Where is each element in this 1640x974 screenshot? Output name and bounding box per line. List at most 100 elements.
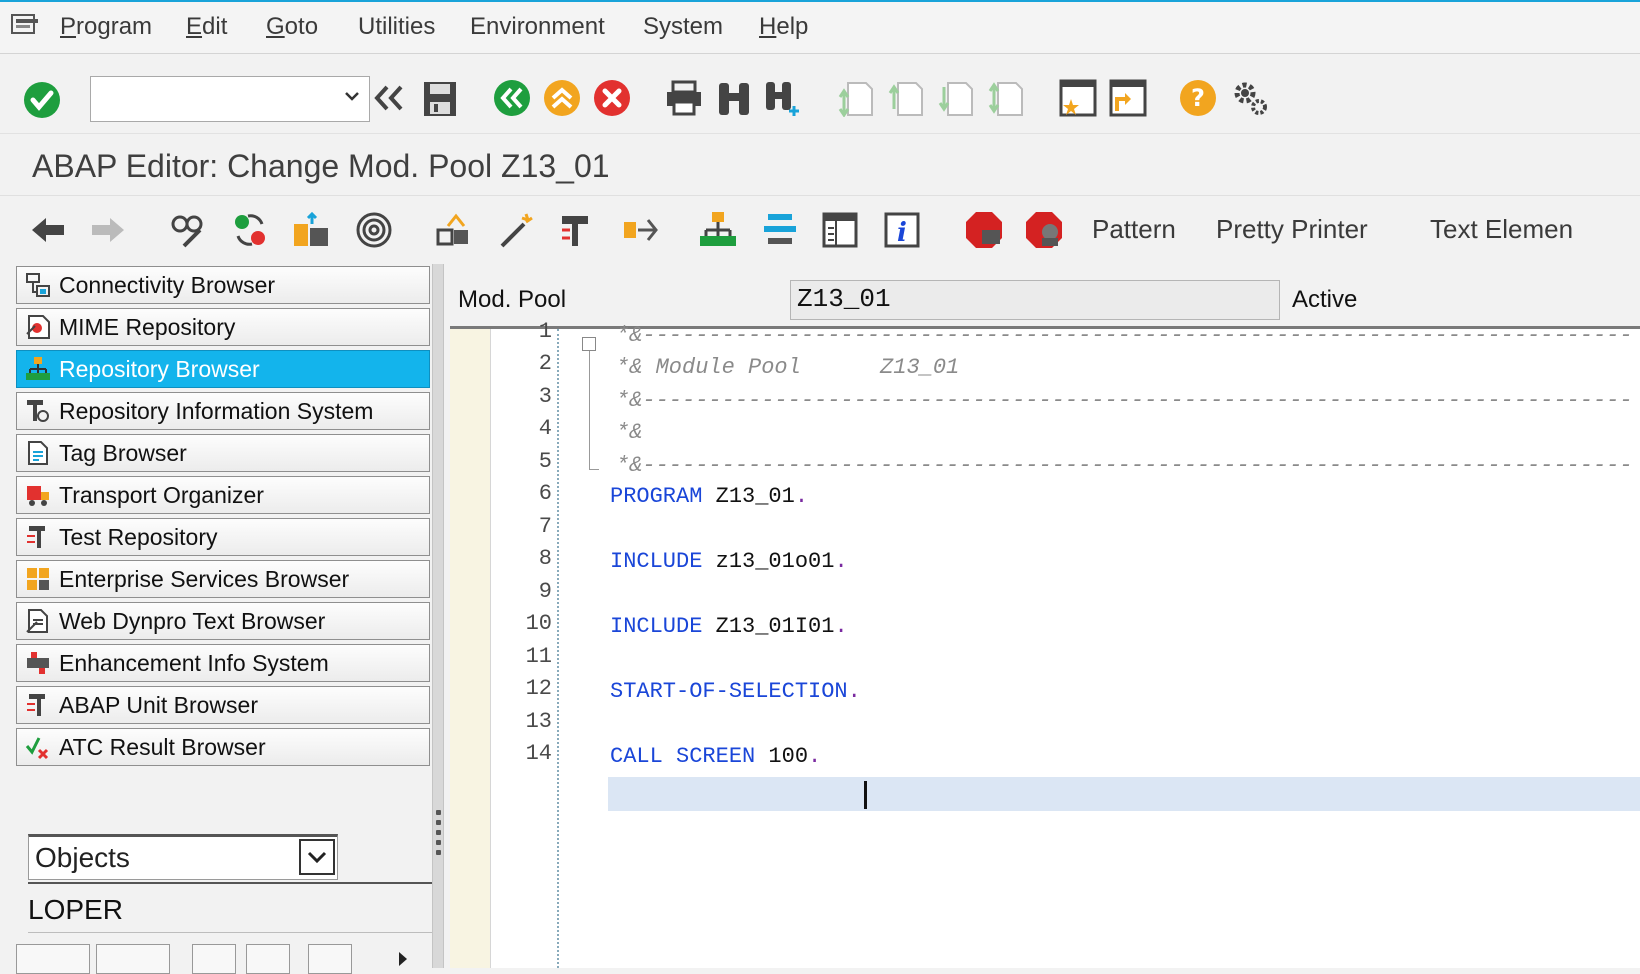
gear-icon[interactable]	[1228, 76, 1272, 120]
line-number: 14	[525, 741, 552, 766]
layout-icon[interactable]	[818, 208, 862, 252]
text-elements-button[interactable]: Text Elemen	[1430, 214, 1573, 245]
nav-enterprise-services-browser[interactable]: Enterprise Services Browser	[16, 560, 430, 598]
stop-breakpoint-icon[interactable]	[962, 208, 1006, 252]
command-input[interactable]	[97, 79, 331, 121]
system-menu-icon[interactable]	[10, 12, 40, 43]
line-number: 3	[538, 384, 552, 409]
exit-icon[interactable]	[542, 78, 582, 118]
arrow-right-icon	[88, 210, 128, 250]
line-number: 13	[525, 709, 552, 734]
nav-web-dynpro-text-browser[interactable]: Web Dynpro Text Browser	[16, 602, 430, 640]
tree-forward-button[interactable]	[96, 944, 170, 974]
nav-label: Repository Browser	[59, 355, 260, 382]
print-icon[interactable]	[664, 78, 704, 118]
line-number: 12	[525, 676, 552, 701]
code-line: INCLUDE z13_01o01.	[610, 549, 848, 574]
display-change-icon[interactable]	[166, 208, 210, 252]
shortcut-icon[interactable]	[1106, 76, 1150, 120]
enterprise-services-icon	[23, 564, 53, 594]
menu-environment[interactable]: Environment	[470, 13, 605, 41]
breakpoint-icon[interactable]	[556, 208, 600, 252]
session-breakpoint-icon[interactable]	[1022, 208, 1066, 252]
help-icon[interactable]: ?	[1178, 78, 1218, 118]
back-icon[interactable]	[492, 78, 532, 118]
arrow-left-icon[interactable]	[28, 210, 68, 250]
program-status: Active	[1292, 286, 1358, 313]
object-list-icon[interactable]	[432, 208, 476, 252]
nav-label: Repository Information System	[59, 397, 374, 424]
nav-label: Enterprise Services Browser	[59, 565, 350, 592]
fold-toggle-icon[interactable]	[582, 337, 596, 351]
objects-dropdown-value: Objects	[35, 842, 130, 873]
program-name-field: Z13_01	[790, 280, 1280, 320]
new-session-icon[interactable]	[1056, 76, 1100, 120]
nav-connectivity-browser[interactable]: Connectivity Browser	[16, 266, 430, 304]
menu-goto[interactable]: Goto	[266, 13, 318, 41]
info-icon[interactable]: i	[880, 208, 924, 252]
code-editor[interactable]: 1 2 3 4 5 6 7 8 9 10 11 12 13 14 *&-----…	[450, 319, 1640, 968]
chevron-down-icon[interactable]	[343, 87, 361, 110]
navigation-icon[interactable]	[618, 208, 662, 252]
nav-label: Web Dynpro Text Browser	[59, 607, 326, 634]
nav-enhancement-info-system[interactable]: Enhancement Info System	[16, 644, 430, 682]
find-next-icon[interactable]	[764, 78, 804, 118]
nav-transport-organizer[interactable]: Transport Organizer	[16, 476, 430, 514]
abap-unit-icon	[23, 690, 53, 720]
nav-label: Enhancement Info System	[59, 649, 329, 676]
divider	[28, 882, 432, 884]
nav-mime-repository[interactable]: MIME Repository	[16, 308, 430, 346]
next-page-icon[interactable]	[936, 78, 976, 118]
pattern-button[interactable]: Pattern	[1092, 214, 1176, 245]
pretty-printer-button[interactable]: Pretty Printer	[1216, 214, 1368, 245]
more-arrow-icon[interactable]	[396, 950, 410, 973]
structure-icon[interactable]	[758, 208, 802, 252]
line-number: 7	[538, 514, 552, 539]
nav-label: Tag Browser	[59, 439, 187, 466]
line-number: 1	[538, 319, 552, 344]
tree-find-icon[interactable]	[308, 944, 352, 974]
nav-label: Test Repository	[59, 523, 218, 550]
check-object-icon[interactable]	[290, 208, 334, 252]
panel-splitter[interactable]	[432, 264, 444, 968]
cancel-icon[interactable]	[592, 78, 632, 118]
where-used-icon[interactable]	[352, 208, 396, 252]
activate-icon[interactable]	[228, 208, 272, 252]
connectivity-icon	[23, 270, 53, 300]
nav-abap-unit-browser[interactable]: ABAP Unit Browser	[16, 686, 430, 724]
chevron-down-icon[interactable]	[299, 839, 335, 875]
line-number: 4	[538, 416, 552, 441]
objects-dropdown[interactable]: Objects	[28, 834, 338, 880]
enter-check-icon[interactable]	[22, 80, 62, 120]
enhancement-icon	[23, 648, 53, 678]
last-page-icon[interactable]	[986, 78, 1026, 118]
user-field[interactable]: LOPER	[28, 888, 432, 933]
menu-edit[interactable]: Edit	[186, 13, 227, 41]
save-icon[interactable]	[420, 78, 460, 120]
nav-repository-information-system[interactable]: Repository Information System	[16, 392, 430, 430]
find-icon[interactable]	[714, 78, 754, 118]
svg-text:i: i	[897, 218, 907, 248]
menu-help[interactable]: Help	[759, 13, 808, 41]
code-line: *&--------------------------------------…	[616, 323, 1633, 348]
svg-text:?: ?	[1191, 84, 1205, 112]
nav-repository-browser[interactable]: Repository Browser	[16, 350, 430, 388]
first-page-icon[interactable]	[836, 78, 876, 118]
hierarchy-icon[interactable]	[696, 208, 740, 252]
nav-test-repository[interactable]: Test Repository	[16, 518, 430, 556]
title-bar: ABAP Editor: Change Mod. Pool Z13_01	[0, 134, 1640, 196]
previous-page-icon[interactable]	[886, 78, 926, 118]
collapse-icon[interactable]	[192, 944, 236, 974]
nav-label: ATC Result Browser	[59, 733, 266, 760]
menu-program[interactable]: Program	[60, 13, 152, 41]
expand-icon[interactable]	[246, 944, 290, 974]
magic-wand-icon[interactable]	[494, 208, 538, 252]
tree-back-button[interactable]	[16, 944, 90, 974]
menu-utilities[interactable]: Utilities	[358, 13, 435, 41]
menu-system[interactable]: System	[643, 13, 723, 41]
nav-atc-result-browser[interactable]: ATC Result Browser	[16, 728, 430, 766]
double-chevron-left-icon[interactable]	[370, 80, 406, 116]
nav-tag-browser[interactable]: Tag Browser	[16, 434, 430, 472]
command-field[interactable]	[90, 76, 370, 122]
repository-info-icon	[23, 396, 53, 426]
